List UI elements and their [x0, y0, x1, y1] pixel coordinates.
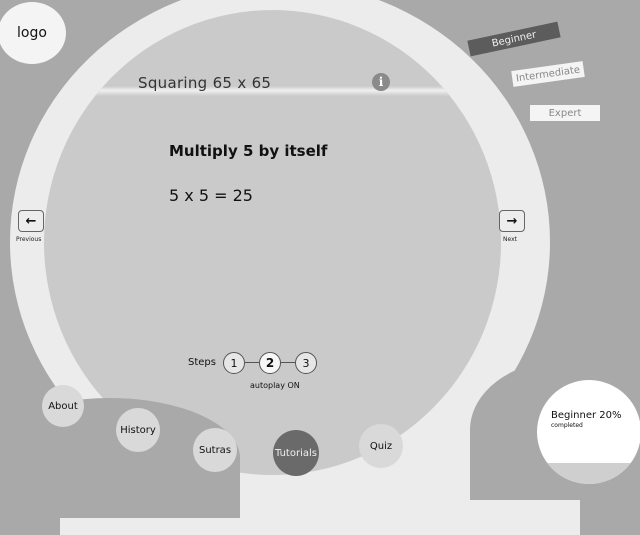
level-tab-expert[interactable]: Expert [530, 105, 600, 121]
next-button[interactable]: → [499, 210, 525, 232]
menu-tutorials-button[interactable]: Tutorials [273, 430, 319, 476]
level-tab-beginner[interactable]: Beginner [467, 21, 561, 57]
step-3[interactable]: 3 [295, 352, 317, 374]
previous-label: Previous [16, 236, 42, 243]
autoplay-status[interactable]: autoplay ON [250, 381, 300, 390]
title-band [44, 74, 501, 96]
menu-quiz-button[interactable]: Quiz [359, 424, 403, 468]
arrow-right-icon: → [506, 213, 518, 229]
step-2[interactable]: 2 [259, 352, 281, 374]
info-icon[interactable]: i [372, 73, 390, 91]
previous-button[interactable]: ← [18, 210, 44, 232]
step-equation: 5 x 5 = 25 [169, 186, 253, 205]
menu-sutras-button[interactable]: Sutras [193, 428, 237, 472]
next-label: Next [503, 236, 517, 243]
steps-label: Steps [188, 357, 216, 368]
progress-fill [537, 463, 640, 484]
arrow-left-icon: ← [25, 213, 37, 229]
level-tab-intermediate[interactable]: Intermediate [511, 61, 585, 87]
menu-history-button[interactable]: History [116, 408, 160, 452]
step-instruction: Multiply 5 by itself [169, 142, 328, 160]
progress-title: Beginner 20% [551, 410, 622, 421]
menu-about-button[interactable]: About [42, 385, 84, 427]
progress-subtitle: completed [551, 422, 583, 429]
step-1[interactable]: 1 [223, 352, 245, 374]
logo[interactable]: logo [0, 2, 66, 64]
progress-indicator: Beginner 20% completed [537, 380, 640, 484]
page-title: Squaring 65 x 65 [138, 74, 272, 92]
